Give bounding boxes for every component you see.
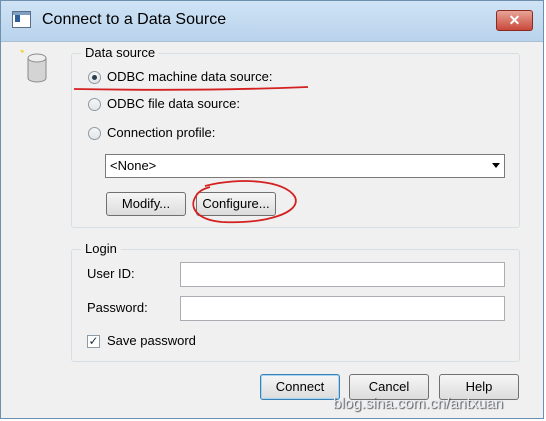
login-legend: Login bbox=[81, 241, 121, 256]
configure-button[interactable]: Configure... bbox=[196, 192, 276, 216]
save-password-checkbox[interactable]: ✓ bbox=[87, 335, 100, 348]
connect-button[interactable]: Connect bbox=[260, 374, 340, 400]
watermark: blog.sina.com.cn/antxuan bbox=[333, 395, 504, 412]
close-button[interactable]: ✕ bbox=[496, 10, 533, 31]
data-source-legend: Data source bbox=[81, 45, 160, 60]
modify-button[interactable]: Modify... bbox=[106, 192, 186, 216]
password-label: Password: bbox=[87, 300, 148, 315]
password-input[interactable] bbox=[180, 296, 505, 321]
dropdown-arrow-icon[interactable] bbox=[492, 163, 500, 168]
user-id-label: User ID: bbox=[87, 266, 135, 281]
connect-dialog: Connect to a Data Source ✕ Data source O… bbox=[0, 0, 544, 419]
title-bar[interactable]: Connect to a Data Source ✕ bbox=[1, 1, 543, 42]
connection-profile-radio[interactable] bbox=[88, 127, 101, 140]
user-id-input[interactable] bbox=[180, 262, 505, 287]
odbc-machine-label[interactable]: ODBC machine data source: bbox=[107, 69, 272, 84]
database-icon bbox=[20, 50, 47, 83]
connection-profile-label[interactable]: Connection profile: bbox=[107, 125, 215, 140]
odbc-file-label[interactable]: ODBC file data source: bbox=[107, 96, 240, 111]
save-password-label[interactable]: Save password bbox=[107, 333, 196, 348]
odbc-file-radio[interactable] bbox=[88, 98, 101, 111]
odbc-machine-radio[interactable] bbox=[88, 71, 101, 84]
app-window-icon bbox=[12, 11, 31, 28]
connection-profile-value: <None> bbox=[110, 158, 157, 173]
connection-profile-select[interactable]: <None> bbox=[105, 154, 505, 178]
dialog-title: Connect to a Data Source bbox=[42, 11, 227, 28]
